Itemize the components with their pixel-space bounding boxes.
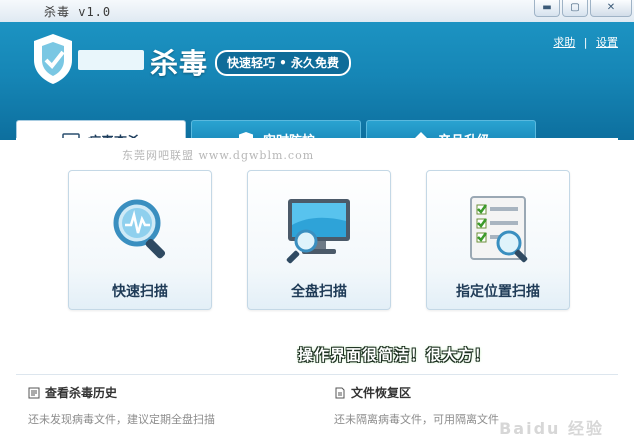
link-separator: | — [583, 36, 588, 49]
recovery-title: 文件恢复区 — [351, 386, 412, 400]
divider — [16, 374, 618, 375]
baidu-watermark: Baidu 经验 — [499, 419, 604, 438]
recovery-section: 文件恢复区 还未隔离病毒文件，可用隔离文件 — [334, 384, 499, 427]
maximize-button[interactable]: ▢ — [562, 0, 588, 17]
logo-wordmark — [78, 50, 144, 70]
slogan-badge: 快速轻巧 • 永久免费 — [215, 50, 352, 76]
history-link[interactable]: 查看杀毒历史 — [28, 384, 215, 401]
quick-scan-label: 快速扫描 — [112, 284, 168, 300]
custom-scan-label: 指定位置扫描 — [456, 284, 540, 300]
window-title: 杀毒 v1.0 — [44, 5, 112, 19]
history-icon — [28, 387, 40, 398]
minimize-button[interactable]: ▬ — [534, 0, 560, 17]
site-watermark: 东莞网吧联盟 www.dgwblm.com — [122, 149, 315, 162]
promo-caption: 操作界面很简洁！很大方！ — [298, 346, 491, 364]
top-links: 求助 | 设置 — [553, 34, 618, 50]
quick-scan-button[interactable]: 快速扫描 — [68, 170, 212, 310]
history-title: 查看杀毒历史 — [45, 386, 118, 400]
file-recovery-icon — [335, 387, 345, 398]
content-panel: 东莞网吧联盟 www.dgwblm.com 快速扫描 全盘扫描 指定位置扫描 操… — [16, 138, 618, 447]
window-controls: ▬ ▢ ✕ — [532, 0, 632, 17]
checklist-magnifier-icon — [470, 196, 528, 263]
settings-link[interactable]: 设置 — [596, 36, 618, 49]
help-link[interactable]: 求助 — [553, 36, 575, 49]
history-section: 查看杀毒历史 还未发现病毒文件，建议定期全盘扫描 — [28, 384, 215, 427]
history-desc: 还未发现病毒文件，建议定期全盘扫描 — [28, 413, 215, 426]
custom-scan-button[interactable]: 指定位置扫描 — [426, 170, 570, 310]
monitor-magnifier-icon — [286, 199, 350, 264]
recovery-link[interactable]: 文件恢复区 — [334, 384, 499, 401]
full-scan-label: 全盘扫描 — [291, 284, 347, 300]
close-button[interactable]: ✕ — [590, 0, 632, 17]
brand-name: 杀毒 — [150, 47, 209, 80]
shield-logo-icon — [34, 34, 72, 84]
header-band: 杀毒 快速轻巧 • 永久免费 求助 | 设置 病毒查杀 实时防护 产品升级 — [0, 22, 634, 160]
title-bar: 杀毒 v1.0 ▬ ▢ ✕ — [0, 0, 634, 22]
full-scan-button[interactable]: 全盘扫描 — [247, 170, 391, 310]
magnifier-icon — [113, 199, 166, 259]
recovery-desc: 还未隔离病毒文件，可用隔离文件 — [334, 413, 499, 426]
